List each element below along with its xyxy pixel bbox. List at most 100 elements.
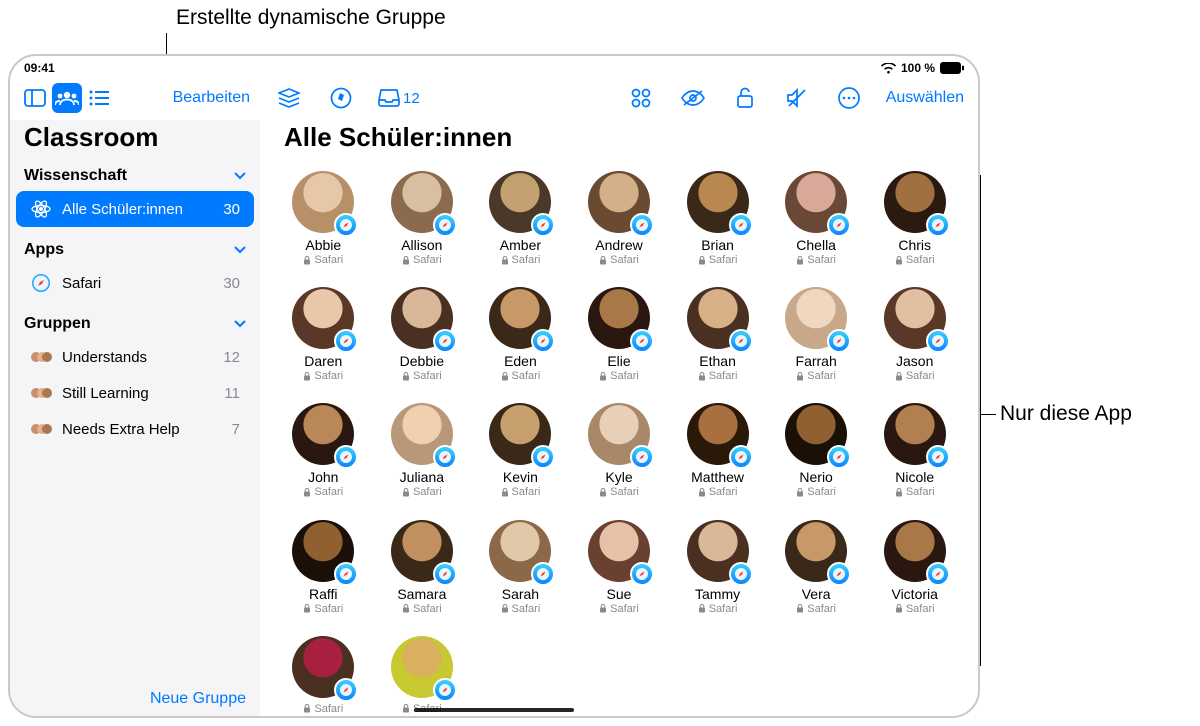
student-name: Daren: [304, 353, 342, 369]
student-card[interactable]: Chella Safari: [771, 171, 862, 267]
student-card[interactable]: Jason Safari: [869, 287, 960, 383]
student-card[interactable]: Farrah Safari: [771, 287, 862, 383]
mute-icon[interactable]: [782, 83, 812, 113]
student-app-label: Safari: [413, 254, 442, 266]
student-card[interactable]: Amber Safari: [475, 171, 566, 267]
student-name: Brian: [701, 237, 734, 253]
student-avatar: [884, 171, 946, 233]
student-card[interactable]: Allison Safari: [377, 171, 468, 267]
student-app-label: Safari: [413, 603, 442, 615]
student-avatar: [687, 171, 749, 233]
student-card[interactable]: Ethan Safari: [672, 287, 763, 383]
compass-icon[interactable]: [326, 83, 356, 113]
new-group-button[interactable]: Neue Gruppe: [150, 690, 246, 708]
select-button[interactable]: Auswählen: [886, 89, 964, 107]
lock-icon: [303, 704, 311, 713]
chevron-down-icon: [234, 320, 246, 328]
student-app-label: Safari: [314, 370, 343, 382]
student-name: Kevin: [503, 469, 538, 485]
sidebar-item-group[interactable]: Understands 12: [16, 339, 254, 375]
safari-icon: [334, 213, 358, 237]
lock-icon: [599, 604, 607, 613]
status-bar: 09:41 100 %: [10, 56, 978, 76]
student-card[interactable]: Chris Safari: [869, 171, 960, 267]
safari-icon: [531, 329, 555, 353]
sidebar: Classroom Wissenschaft Alle Schüler:inne…: [10, 120, 260, 716]
section-groups[interactable]: Gruppen: [10, 309, 260, 339]
stack-icon[interactable]: [274, 83, 304, 113]
safari-icon: [630, 562, 654, 586]
student-card[interactable]: John Safari: [278, 403, 369, 499]
student-app-label: Safari: [807, 603, 836, 615]
student-name: Abbie: [305, 237, 341, 253]
sidebar-item-count: 30: [223, 201, 240, 218]
lock-icon: [501, 256, 509, 265]
student-name: Sarah: [502, 586, 539, 602]
safari-icon: [926, 445, 950, 469]
safari-icon: [827, 213, 851, 237]
student-card[interactable]: Safari: [278, 636, 369, 716]
student-name: Ethan: [699, 353, 736, 369]
student-app-label: Safari: [512, 370, 541, 382]
student-card[interactable]: Juliana Safari: [377, 403, 468, 499]
student-card[interactable]: Abbie Safari: [278, 171, 369, 267]
apps-grid-icon[interactable]: [626, 83, 656, 113]
student-status: Safari: [501, 254, 541, 266]
hide-icon[interactable]: [678, 83, 708, 113]
student-card[interactable]: Andrew Safari: [574, 171, 665, 267]
student-card[interactable]: Samara Safari: [377, 520, 468, 616]
student-app-label: Safari: [906, 486, 935, 498]
sidebar-item-safari[interactable]: Safari 30: [16, 265, 254, 301]
student-card[interactable]: Sarah Safari: [475, 520, 566, 616]
more-icon[interactable]: [834, 83, 864, 113]
student-app-label: Safari: [314, 603, 343, 615]
status-time: 09:41: [24, 61, 55, 75]
student-card[interactable]: Kyle Safari: [574, 403, 665, 499]
student-app-label: Safari: [610, 603, 639, 615]
student-name: Sue: [607, 586, 632, 602]
section-class[interactable]: Wissenschaft: [10, 161, 260, 191]
student-card[interactable]: Tammy Safari: [672, 520, 763, 616]
section-groups-label: Gruppen: [24, 315, 91, 333]
unlock-icon[interactable]: [730, 83, 760, 113]
student-app-label: Safari: [709, 254, 738, 266]
lock-icon: [796, 604, 804, 613]
chevron-down-icon: [234, 172, 246, 180]
sidebar-item-group[interactable]: Still Learning 11: [16, 375, 254, 411]
edit-button[interactable]: Bearbeiten: [173, 89, 250, 107]
student-card[interactable]: Kevin Safari: [475, 403, 566, 499]
student-card[interactable]: Debbie Safari: [377, 287, 468, 383]
student-card[interactable]: Daren Safari: [278, 287, 369, 383]
sidebar-item-group[interactable]: Needs Extra Help 7: [16, 411, 254, 447]
section-apps[interactable]: Apps: [10, 235, 260, 265]
student-status: Safari: [501, 603, 541, 615]
student-card[interactable]: Nicole Safari: [869, 403, 960, 499]
lock-icon: [402, 704, 410, 713]
student-card[interactable]: Nerio Safari: [771, 403, 862, 499]
student-card[interactable]: Brian Safari: [672, 171, 763, 267]
student-card[interactable]: Matthew Safari: [672, 403, 763, 499]
lock-icon: [501, 604, 509, 613]
student-card[interactable]: Raffi Safari: [278, 520, 369, 616]
student-card[interactable]: Vera Safari: [771, 520, 862, 616]
student-card[interactable]: Sue Safari: [574, 520, 665, 616]
safari-icon: [30, 272, 52, 294]
sidebar-item-all-students[interactable]: Alle Schüler:innen 30: [16, 191, 254, 227]
student-name: Eden: [504, 353, 537, 369]
student-app-label: Safari: [314, 486, 343, 498]
inbox-icon[interactable]: 12: [378, 83, 420, 113]
safari-icon: [630, 213, 654, 237]
student-app-label: Safari: [512, 486, 541, 498]
safari-icon: [630, 329, 654, 353]
people-view-icon[interactable]: [52, 83, 82, 113]
student-name: Chris: [898, 237, 931, 253]
sidebar-toggle-icon[interactable]: [20, 83, 50, 113]
student-card[interactable]: Victoria Safari: [869, 520, 960, 616]
student-card[interactable]: Eden Safari: [475, 287, 566, 383]
student-card[interactable]: Elie Safari: [574, 287, 665, 383]
student-status: Safari: [303, 370, 343, 382]
student-card[interactable]: Safari: [377, 636, 468, 716]
student-status: Safari: [895, 254, 935, 266]
list-view-icon[interactable]: [84, 83, 114, 113]
student-status: Safari: [895, 603, 935, 615]
